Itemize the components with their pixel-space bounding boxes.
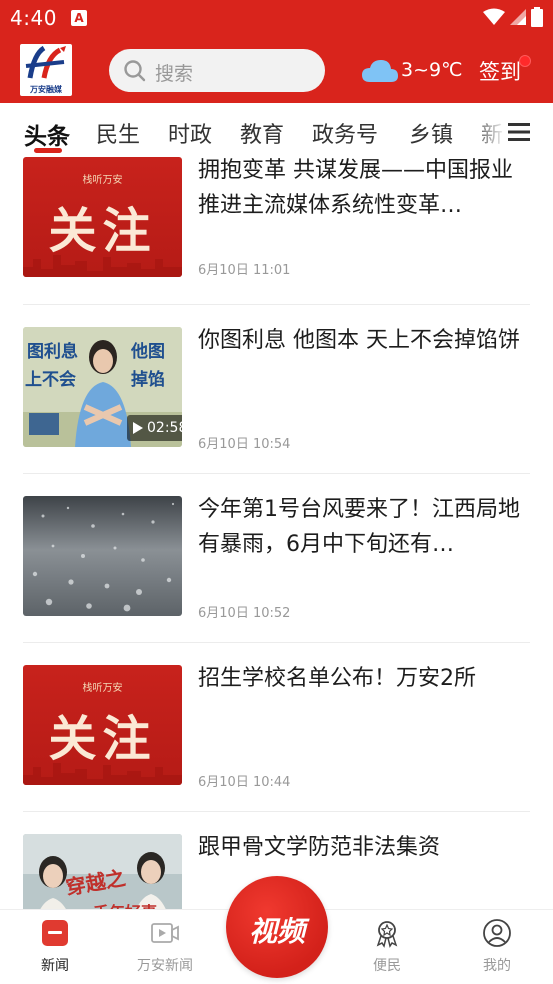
video-news-icon [151,923,179,943]
search-bar[interactable]: 搜索 [109,49,325,92]
article-thumbnail: 栈听万安 关注 [23,665,182,785]
svg-text:掉馅: 掉馅 [131,369,165,390]
video-duration: 02:58 [147,420,182,436]
nav-service-label: 便民 [373,958,401,974]
battery-icon [531,7,543,27]
article-time: 6月10日 10:44 [198,775,291,790]
skyline-graphic [23,255,182,277]
nav-news[interactable]: 新闻 [15,918,95,975]
nav-mine-label: 我的 [483,958,511,974]
user-icon [483,919,511,947]
search-placeholder: 搜索 [155,63,194,85]
video-duration-badge: 02:58 [127,415,182,441]
status-icons [483,7,543,27]
list-item[interactable]: 今年第1号台风要来了！江西局地有暴雨，6月中下旬还有… 6月10日 10:52 [0,496,553,665]
divider [23,642,530,643]
article-title: 跟甲骨文学防范非法集资 [198,835,441,860]
tab-jiaoyu[interactable]: 教育 [240,117,284,149]
status-time: 4:40 [10,6,57,30]
wifi-icon [483,8,505,25]
signin-badge-dot [519,55,531,67]
logo-mark-icon [25,45,66,79]
cloud-icon [362,60,398,82]
tab-toutiao[interactable]: 头条 [24,117,70,151]
play-icon [133,422,143,434]
svg-text:图利息: 图利息 [27,341,78,362]
nav-wanan-news-label: 万安新闻 [137,958,193,974]
weather-temperature: 3~9℃ [401,59,463,81]
svg-text:上不会: 上不会 [25,369,76,390]
search-icon [124,60,146,82]
status-bar: 4:40 A [0,0,553,38]
divider [23,811,530,812]
notification-app-icon: A [71,10,87,26]
video-button[interactable]: 视频 [226,876,328,978]
tab-zhengwuhao[interactable]: 政务号 [312,117,378,149]
article-thumbnail: 栈听万安 关注 [23,157,182,277]
svg-text:他图: 他图 [130,341,165,362]
video-button-label: 视频 [248,915,305,948]
app-root: 4:40 A 万安融媒 搜索 3~9℃ 签到 头条 民生 时政 教育 政务号 乡… [0,0,553,984]
nav-mine[interactable]: 我的 [457,918,537,975]
tab-minsheng[interactable]: 民生 [96,117,140,149]
list-item[interactable]: 栈听万安 关注 招生学校名单公布！万安2所 6月10日 10:44 [0,665,553,834]
article-title: 你图利息 他图本 天上不会掉馅饼 [198,328,520,353]
thumb-brand: 栈听万安 [82,683,123,694]
tab-fade [470,108,506,156]
weather-widget[interactable]: 3~9℃ [361,56,462,84]
nav-news-label: 新闻 [41,958,69,974]
signin-button[interactable]: 签到 [479,56,521,86]
logo-text: 万安融媒 [30,85,62,94]
article-title: 今年第1号台风要来了！江西局地有暴雨，6月中下旬还有… [198,497,520,557]
skyline-graphic [23,763,182,785]
cell-signal-icon [510,9,526,25]
active-tab-indicator [34,148,62,153]
article-thumbnail: 图利息 上不会 他图 掉馅 02:58 [23,327,182,447]
header: 4:40 A 万安融媒 搜索 3~9℃ 签到 [0,0,553,103]
article-thumbnail [23,496,182,616]
list-item[interactable]: 栈听万安 关注 拥抱变革 共谋发展——中国报业推进主流媒体系统性变革… 6月10… [0,157,553,326]
menu-icon[interactable] [506,120,532,144]
news-icon [42,920,68,946]
article-title: 招生学校名单公布！万安2所 [198,666,476,691]
divider [23,473,530,474]
nav-wanan-news[interactable]: 万安新闻 [125,918,205,975]
article-time: 6月10日 11:01 [198,263,291,278]
list-item[interactable]: 图利息 上不会 他图 掉馅 02:58 你图利息 他图本 天上不会掉馅饼 6月1… [0,327,553,496]
rain-thumb-graphic [23,496,182,616]
nav-service[interactable]: 便民 [347,918,427,975]
tab-shizheng[interactable]: 时政 [168,117,212,149]
article-time: 6月10日 10:54 [198,437,291,452]
tab-xiangzhen[interactable]: 乡镇 [409,117,453,149]
thumb-brand: 栈听万安 [82,175,123,186]
article-time: 6月10日 10:52 [198,606,291,621]
divider [23,304,530,305]
service-badge-icon [376,921,398,948]
article-title: 拥抱变革 共谋发展——中国报业推进主流媒体系统性变革… [198,158,513,218]
app-logo[interactable]: 万安融媒 [20,44,72,96]
